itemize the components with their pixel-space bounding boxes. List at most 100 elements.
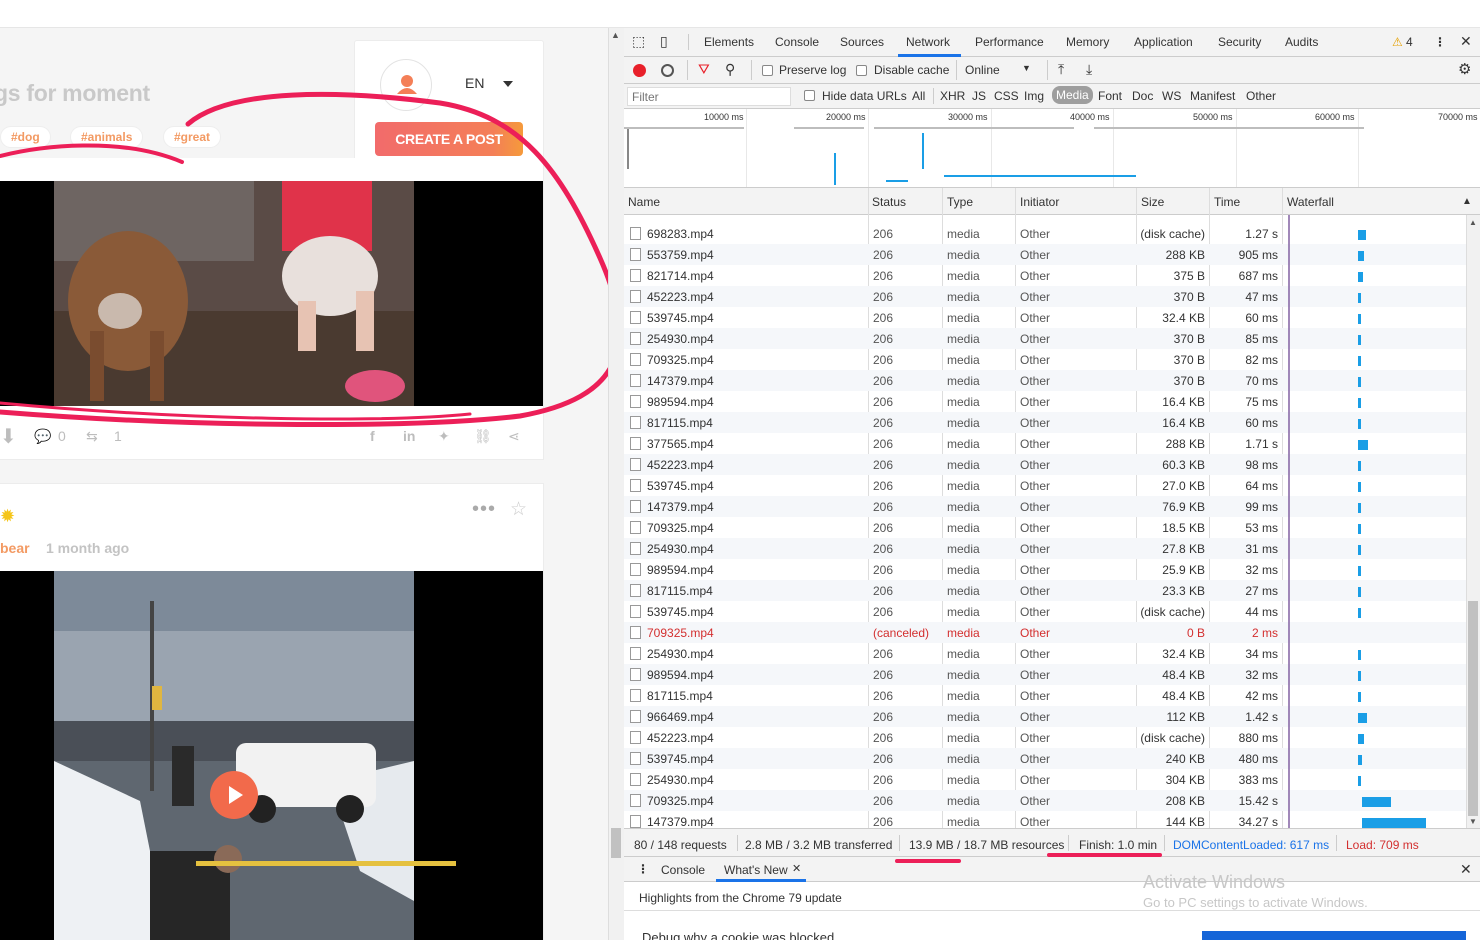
request-name: 539745.mp4 [647,479,714,493]
close-icon[interactable]: ✕ [792,862,801,875]
col-size[interactable]: Size [1141,195,1164,209]
scroll-thumb[interactable] [1468,601,1478,816]
scroll-thumb[interactable] [611,828,621,858]
whats-new-thumbnail[interactable] [1202,931,1466,940]
col-name[interactable]: Name [628,195,660,209]
request-row[interactable]: 989594.mp4 206 media Other 25.9 KB 32 ms [624,559,1466,580]
request-row[interactable]: 452223.mp4 206 media Other 370 B 47 ms [624,286,1466,307]
request-name: 147379.mp4 [647,500,714,514]
tick-label: 30000 ms [948,112,988,122]
type-filter-css[interactable]: CSS [994,89,1019,103]
request-row[interactable]: 539745.mp4 206 media Other (disk cache) 44 ms [624,601,1466,622]
request-row[interactable]: 817115.mp4 206 media Other 48.4 KB 42 ms [624,685,1466,706]
request-initiator: Other [1020,290,1051,304]
throttle-select[interactable]: Online [965,63,1000,77]
import-har-icon[interactable]: ⤒ [1058,61,1064,78]
type-filter-all[interactable]: All [912,89,925,103]
device-toggle-icon[interactable]: ▯ [660,33,668,50]
hide-data-urls-checkbox[interactable] [804,90,815,101]
request-row[interactable]: 817115.mp4 206 media Other 23.3 KB 27 ms [624,580,1466,601]
drawer-tab-console[interactable]: Console [661,863,705,877]
col-status[interactable]: Status [872,195,906,209]
request-row[interactable]: 989594.mp4 206 media Other 16.4 KB 75 ms [624,391,1466,412]
type-filter-font[interactable]: Font [1098,89,1122,103]
scroll-up-icon[interactable]: ▲ [1469,218,1477,227]
request-row[interactable]: 377565.mp4 206 media Other 288 KB 1.71 s [624,433,1466,454]
type-filter-doc[interactable]: Doc [1132,89,1153,103]
close-icon[interactable]: ✕ [1460,861,1472,878]
request-row[interactable]: 147379.mp4 206 media Other 144 KB 34.27 s [624,811,1466,828]
request-size: 208 KB [1165,794,1205,808]
gear-icon[interactable]: ⚙ [1458,60,1471,78]
preserve-log-checkbox[interactable] [762,65,773,76]
request-row[interactable]: 698283.mp4 206 media Other (disk cache) 1.27 … [624,223,1466,244]
filter-input[interactable] [627,87,791,106]
col-waterfall[interactable]: Waterfall [1287,195,1334,209]
request-row[interactable]: 539745.mp4 206 media Other 27.0 KB 64 ms [624,475,1466,496]
chevron-down-icon[interactable]: ▼ [1022,63,1031,73]
type-filter-ws[interactable]: WS [1162,89,1181,103]
file-icon [630,731,641,744]
type-filter-media[interactable]: Media [1052,86,1093,104]
request-row[interactable]: 452223.mp4 206 media Other 60.3 KB 98 ms [624,454,1466,475]
request-row[interactable]: 539745.mp4 206 media Other 240 KB 480 ms [624,748,1466,769]
inspect-icon[interactable]: ⬚ [632,33,645,50]
type-filter-xhr[interactable]: XHR [940,89,965,103]
request-row[interactable]: 709325.mp4 206 media Other 370 B 82 ms [624,349,1466,370]
request-row[interactable]: 709325.mp4 206 media Other 18.5 KB 53 ms [624,517,1466,538]
clear-icon[interactable] [661,64,674,77]
drawer-tab-whats-new[interactable]: What's New [724,863,788,877]
disable-cache-checkbox[interactable] [856,65,867,76]
request-row[interactable]: 553759.mp4 206 media Other 288 KB 905 ms [624,244,1466,265]
request-row[interactable]: 817115.mp4 206 media Other 16.4 KB 60 ms [624,412,1466,433]
tab-network[interactable]: Network [906,35,950,49]
drawer-menu-icon[interactable]: ⋮ [637,862,649,876]
tab-elements[interactable]: Elements [704,35,754,49]
warning-icon[interactable]: ⚠ [1392,35,1403,49]
request-row[interactable]: 989594.mp4 206 media Other 48.4 KB 32 ms [624,664,1466,685]
divider [899,835,900,851]
pane-splitter[interactable]: ▲ [608,28,624,940]
network-overview[interactable]: 10000 ms 20000 ms 30000 ms 40000 ms 5000… [624,109,1480,188]
type-filter-other[interactable]: Other [1246,89,1276,103]
tab-security[interactable]: Security [1218,35,1261,49]
whats-new-item[interactable]: Debug why a cookie was blocked [642,930,834,940]
scroll-down-icon[interactable]: ▼ [1469,817,1477,826]
request-row[interactable]: 452223.mp4 206 media Other (disk cache) 880 m… [624,727,1466,748]
hide-data-urls-label[interactable]: Hide data URLs [822,89,907,103]
type-filter-manifest[interactable]: Manifest [1190,89,1235,103]
tab-sources[interactable]: Sources [840,35,884,49]
type-filter-img[interactable]: Img [1024,89,1044,103]
warning-count[interactable]: 4 [1406,35,1413,49]
tab-console[interactable]: Console [775,35,819,49]
col-time[interactable]: Time [1214,195,1240,209]
search-icon[interactable]: ⚲ [725,61,735,78]
filter-icon[interactable]: ⛛ [698,61,710,78]
request-row[interactable]: 147379.mp4 206 media Other 370 B 70 ms [624,370,1466,391]
more-options-icon[interactable]: ⋮ [1434,35,1446,49]
request-row[interactable]: 709325.mp4 206 media Other 208 KB 15.42 s [624,790,1466,811]
collapse-up-icon[interactable]: ▲ [611,30,620,40]
type-filter-js[interactable]: JS [972,89,986,103]
request-row[interactable]: 709325.mp4 (canceled) media Other 0 B 2 ms [624,622,1466,643]
request-row[interactable]: 254930.mp4 206 media Other 370 B 85 ms [624,328,1466,349]
tab-audits[interactable]: Audits [1285,35,1318,49]
request-row[interactable]: 821714.mp4 206 media Other 375 B 687 ms [624,265,1466,286]
col-initiator[interactable]: Initiator [1020,195,1059,209]
request-row[interactable]: 254930.mp4 206 media Other 27.8 KB 31 ms [624,538,1466,559]
export-har-icon[interactable]: ⤓ [1086,61,1092,78]
close-icon[interactable]: ✕ [1460,33,1472,50]
disable-cache-label[interactable]: Disable cache [874,63,949,77]
tab-performance[interactable]: Performance [975,35,1044,49]
record-icon[interactable] [633,64,646,77]
tab-memory[interactable]: Memory [1066,35,1109,49]
tab-application[interactable]: Application [1134,35,1193,49]
preserve-log-label[interactable]: Preserve log [779,63,846,77]
request-row[interactable]: 539745.mp4 206 media Other 32.4 KB 60 ms [624,307,1466,328]
request-row[interactable]: 966469.mp4 206 media Other 112 KB 1.42 s [624,706,1466,727]
request-row[interactable]: 147379.mp4 206 media Other 76.9 KB 99 ms [624,496,1466,517]
col-type[interactable]: Type [947,195,973,209]
request-row[interactable]: 254930.mp4 206 media Other 32.4 KB 34 ms [624,643,1466,664]
sort-up-icon[interactable]: ▲ [1462,196,1472,207]
request-row[interactable]: 254930.mp4 206 media Other 304 KB 383 ms [624,769,1466,790]
